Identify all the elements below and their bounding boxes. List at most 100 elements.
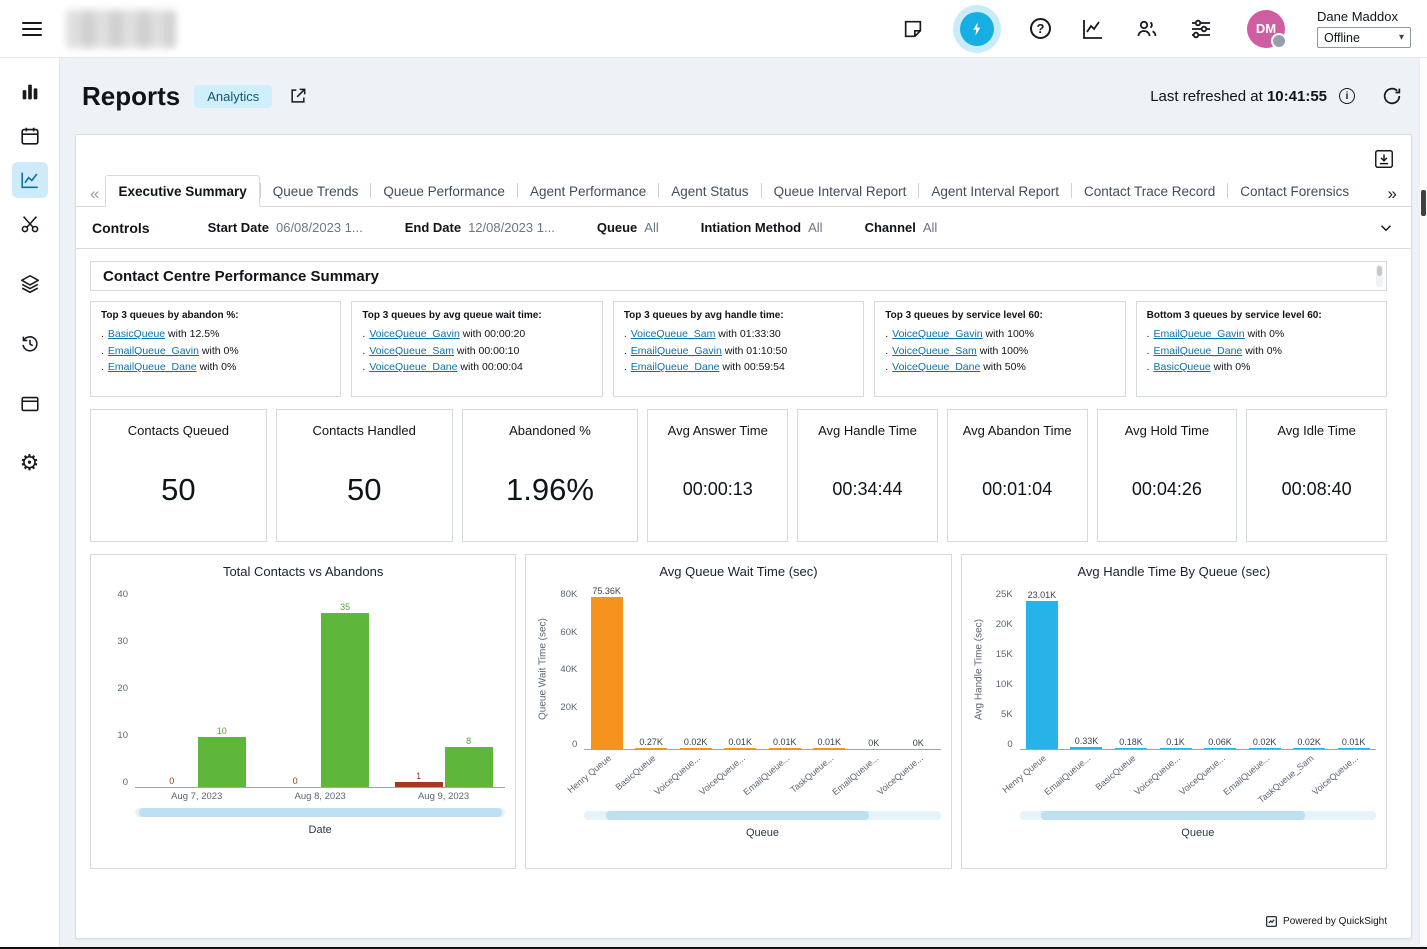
summary-item: .EmailQueue_Gavin with 0% — [101, 343, 330, 360]
tab-agent-performance[interactable]: Agent Performance — [518, 176, 658, 206]
window-scrollbar[interactable] — [1419, 58, 1427, 945]
summary-item: .VoiceQueue_Gavin with 100% — [885, 326, 1114, 343]
kpi-label: Avg Hold Time — [1125, 423, 1209, 438]
control-queue[interactable]: QueueAll — [597, 219, 659, 237]
nav-line-chart-icon[interactable] — [12, 162, 48, 198]
queue-link[interactable]: VoiceQueue_Gavin — [892, 328, 982, 340]
queue-link[interactable]: VoiceQueue_Sam — [369, 345, 454, 357]
queue-link[interactable]: VoiceQueue_Dane — [369, 361, 457, 373]
nav-gear-icon[interactable]: ⚙ — [12, 446, 48, 482]
mini-scrollbar[interactable] — [1376, 265, 1383, 287]
control-channel[interactable]: ChannelAll — [865, 219, 938, 237]
notes-icon[interactable] — [902, 18, 924, 40]
bar-group: 23.01K — [1026, 590, 1058, 749]
nav-history-icon[interactable] — [12, 326, 48, 362]
tabs-scroll-left-icon[interactable]: « — [84, 185, 105, 206]
queue-link[interactable]: BasicQueue — [108, 328, 165, 340]
tab-agent-status[interactable]: Agent Status — [659, 176, 760, 206]
queue-link[interactable]: EmailQueue_Dane — [108, 361, 197, 373]
x-tick-label: Aug 8, 2023 — [295, 791, 346, 802]
kpi-value: 00:34:44 — [832, 479, 902, 500]
kpi-label: Avg Abandon Time — [963, 423, 1072, 438]
page-title: Reports — [82, 81, 180, 112]
kpi-value: 50 — [347, 472, 381, 508]
plot-area: 01003518 — [135, 589, 505, 788]
chart-title: Avg Queue Wait Time (sec) — [536, 564, 940, 579]
queue-link[interactable]: VoiceQueue_Dane — [892, 361, 980, 373]
bar-value-label: 0 — [293, 776, 298, 786]
bar — [1115, 748, 1147, 749]
charts-row: Total Contacts vs Abandons 403020100 010… — [90, 554, 1387, 869]
tab-agent-interval-report[interactable]: Agent Interval Report — [919, 176, 1071, 206]
chart-scrollbar[interactable] — [584, 811, 940, 820]
queue-link[interactable]: EmailQueue_Dane — [1154, 345, 1243, 357]
queue-link[interactable]: EmailQueue_Gavin — [1154, 328, 1245, 340]
bar-group: 0.18K — [1115, 737, 1147, 749]
summary-header: Contact Centre Performance Summary — [90, 261, 1387, 291]
hamburger-menu-icon[interactable] — [16, 13, 48, 45]
nav-scissors-icon[interactable] — [12, 206, 48, 242]
nav-layers-icon[interactable] — [12, 266, 48, 302]
download-icon[interactable] — [1373, 148, 1395, 170]
tab-contact-trace-record[interactable]: Contact Trace Record — [1072, 176, 1227, 206]
control-intiation-method[interactable]: Intiation MethodAll — [701, 219, 823, 237]
queue-link[interactable]: EmailQueue_Gavin — [108, 345, 199, 357]
info-icon[interactable]: i — [1339, 88, 1355, 104]
chart-scrollbar[interactable] — [135, 808, 505, 817]
nav-window-icon[interactable] — [12, 386, 48, 422]
x-axis-labels: Henry QueueEmailQueue...BasicQueueVoiceQ… — [1020, 750, 1376, 808]
nav-calendar-icon[interactable] — [12, 118, 48, 154]
app-window: ? DM Dane Maddox Offline ▾ — [0, 0, 1427, 949]
summary-item: .VoiceQueue_Dane with 50% — [885, 359, 1114, 376]
bar-value-label: 1 — [416, 771, 421, 781]
page-header: Reports Analytics Last refreshed at 10:4… — [60, 58, 1427, 134]
controls-collapse-icon[interactable] — [1377, 219, 1395, 237]
x-tick-label: Aug 7, 2023 — [171, 791, 222, 802]
tab-queue-trends[interactable]: Queue Trends — [261, 176, 371, 206]
nav-bar-chart-icon[interactable] — [12, 74, 48, 110]
queue-link[interactable]: VoiceQueue_Gavin — [369, 328, 459, 340]
queue-link[interactable]: BasicQueue — [1154, 361, 1211, 373]
queue-link[interactable]: VoiceQueue_Sam — [892, 345, 977, 357]
control-end-date[interactable]: End Date12/08/2023 1... — [405, 219, 555, 237]
bar-value-label: 0.02K — [1253, 737, 1277, 747]
caret-down-icon: ▾ — [1399, 32, 1404, 43]
tab-executive-summary[interactable]: Executive Summary — [105, 175, 259, 207]
queue-link[interactable]: VoiceQueue_Sam — [631, 328, 716, 340]
bar — [635, 748, 667, 749]
kpi-value: 00:01:04 — [982, 479, 1052, 500]
tab-queue-interval-report[interactable]: Queue Interval Report — [762, 176, 919, 206]
lightning-button[interactable] — [954, 12, 1000, 46]
bar-value-label: 0.01K — [728, 737, 752, 747]
queue-link[interactable]: EmailQueue_Dane — [631, 361, 720, 373]
queue-link[interactable]: EmailQueue_Gavin — [631, 345, 722, 357]
tabs-scroll-right-icon[interactable]: » — [1382, 185, 1403, 206]
tab-queue-performance[interactable]: Queue Performance — [371, 176, 517, 206]
users-icon[interactable] — [1135, 17, 1159, 41]
metrics-line-chart-icon[interactable] — [1081, 17, 1105, 41]
settings-sliders-icon[interactable] — [1189, 17, 1213, 41]
summary-item: .EmailQueue_Dane with 0% — [1147, 343, 1376, 360]
summary-card: Top 3 queues by avg queue wait time:.Voi… — [351, 301, 602, 397]
help-icon[interactable]: ? — [1030, 18, 1051, 39]
bar-value-label: 0.02K — [1297, 737, 1321, 747]
status-value: Offline — [1324, 31, 1360, 45]
status-dot-icon — [1271, 33, 1287, 49]
status-select[interactable]: Offline ▾ — [1317, 27, 1411, 48]
kpi-row: Contacts Queued50Contacts Handled50Aband… — [90, 409, 1387, 542]
bar — [1026, 601, 1058, 749]
kpi-contacts-queued: Contacts Queued50 — [90, 409, 267, 542]
external-link-icon[interactable] — [288, 86, 308, 106]
bar — [1338, 748, 1370, 749]
powered-by-text: Powered by QuickSight — [1283, 916, 1387, 927]
kpi-avg-answer-time: Avg Answer Time00:00:13 — [647, 409, 788, 542]
bar-value-label: 8 — [466, 736, 471, 746]
user-avatar[interactable]: DM — [1247, 10, 1285, 48]
y-axis-ticks: 80K60K40K20K0 — [550, 589, 584, 750]
tab-contact-forensics[interactable]: Contact Forensics — [1228, 176, 1361, 206]
refresh-icon[interactable] — [1381, 85, 1403, 107]
bar-group: 0K — [858, 738, 890, 749]
summary-card: Bottom 3 queues by service level 60:.Ema… — [1136, 301, 1387, 397]
chart-scrollbar[interactable] — [1020, 811, 1376, 820]
control-start-date[interactable]: Start Date06/08/2023 1... — [208, 219, 363, 237]
